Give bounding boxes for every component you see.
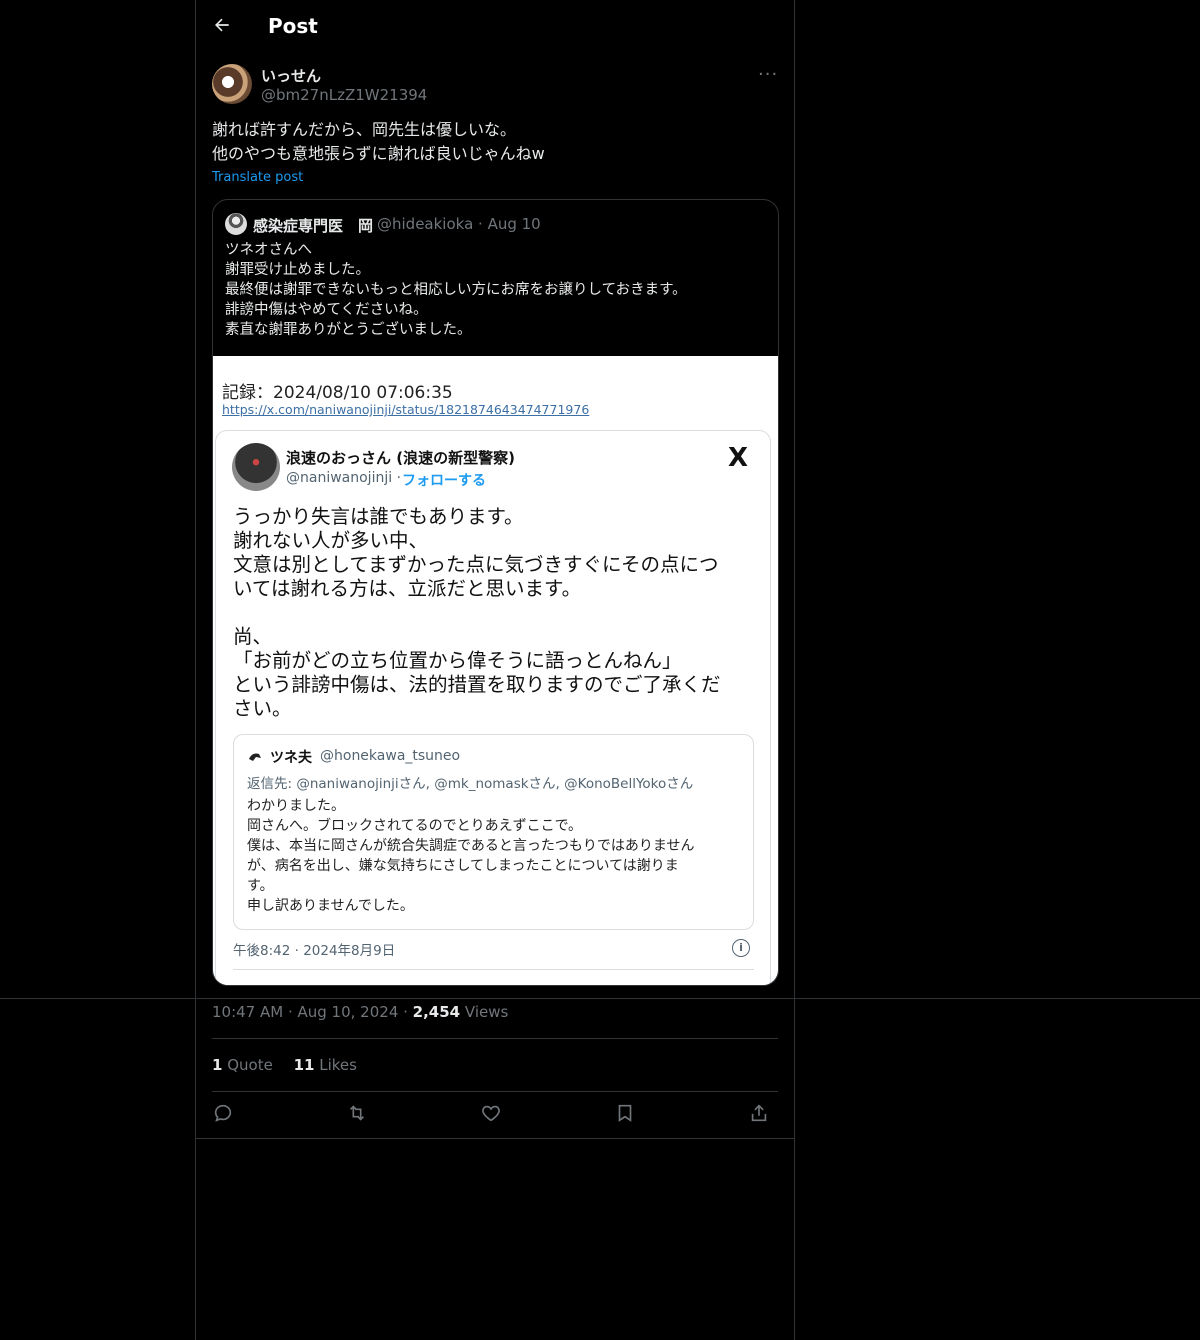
post-column: Post いっせん @bm27nLzZ1W21394 ··· 謝れば許すんだから… bbox=[195, 0, 795, 1340]
divider bbox=[196, 1138, 794, 1139]
reply-icon bbox=[214, 1104, 232, 1122]
back-button[interactable] bbox=[212, 15, 236, 39]
horizontal-rule bbox=[0, 998, 1200, 999]
quoted-text: ツネオさんへ 謝罪受け止めました。 最終便は謝罪できないもっと相応しい方にお席を… bbox=[225, 242, 687, 338]
author-handle[interactable]: @bm27nLzZ1W21394 bbox=[261, 86, 427, 104]
quotes-link[interactable]: 1 Quote bbox=[212, 1056, 273, 1074]
share-icon bbox=[751, 1104, 767, 1122]
more-options-button[interactable]: ··· bbox=[758, 64, 778, 85]
post-meta: 10:47 AM · Aug 10, 2024 · 2,454 Views bbox=[212, 1003, 508, 1021]
embedded-reply-card: ツネ夫 @honekawa_tsuneo 返信先: @naniwanojinji… bbox=[233, 734, 754, 930]
avatar[interactable] bbox=[212, 64, 252, 104]
reply-text: わかりました。 岡さんへ。ブロックされてるのでとりあえずここで。 僕は、本当に岡… bbox=[247, 798, 695, 914]
embedded-divider bbox=[233, 969, 754, 970]
quoted-post[interactable]: 感染症専門医 岡 @hideakioka · Aug 10 ツネオさんへ 謝罪受… bbox=[212, 199, 779, 986]
like-icon bbox=[482, 1105, 500, 1122]
reply-user-avatar-icon bbox=[249, 753, 261, 761]
post-text: 謝れば許すんだから、岡先生は優しいな。 他のやつも意地張らずに謝れば良いじゃんね… bbox=[212, 120, 545, 163]
quoted-author-handle: @hideakioka · Aug 10 bbox=[377, 215, 541, 233]
author-name[interactable]: いっせん bbox=[261, 65, 321, 86]
embedded-timestamp: 午後8:42 · 2024年8月9日 bbox=[233, 943, 396, 959]
repost-icon bbox=[349, 1105, 365, 1121]
quote-label: Quote bbox=[222, 1056, 273, 1074]
x-logo-icon: X bbox=[728, 443, 749, 473]
top-bar: Post bbox=[196, 0, 794, 54]
quoted-image[interactable]: 記録：2024/08/10 07:06:35 https://x.com/nan… bbox=[213, 356, 778, 985]
likes-link[interactable]: 11 Likes bbox=[294, 1056, 357, 1074]
bookmark-icon bbox=[618, 1104, 632, 1122]
quote-count: 1 bbox=[212, 1056, 223, 1074]
reply-to-line: 返信先: @naniwanojinjiさん, @mk_nomaskさん, @Ko… bbox=[247, 776, 694, 792]
embedded-author-name: 浪速のおっさん (浪速の新型警察) bbox=[286, 449, 515, 467]
like-button[interactable] bbox=[480, 1102, 506, 1128]
action-bar bbox=[212, 1102, 778, 1128]
page-title: Post bbox=[268, 14, 318, 38]
info-icon: i bbox=[732, 939, 750, 957]
embedded-text: うっかり失言は誰でもあります。 謝れない人が多い中、 文意は別としてまずかった点… bbox=[233, 505, 721, 720]
bookmark-button[interactable] bbox=[614, 1102, 640, 1128]
record-link: https://x.com/naniwanojinji/status/18218… bbox=[222, 402, 590, 417]
back-arrow-icon bbox=[215, 18, 229, 32]
embedded-post-screenshot: 浪速のおっさん (浪速の新型警察) @naniwanojinji · フォローす… bbox=[215, 430, 771, 985]
reply-author-name: ツネ夫 bbox=[270, 750, 312, 766]
quoted-avatar bbox=[225, 213, 247, 235]
quoted-author-name: 感染症専門医 岡 bbox=[253, 217, 374, 235]
engagement-stats: 1 Quote 11 Likes bbox=[212, 1056, 357, 1074]
views-label: Views bbox=[460, 1003, 509, 1021]
share-button[interactable] bbox=[748, 1102, 774, 1128]
views-count: 2,454 bbox=[412, 1003, 461, 1021]
embedded-follow-label: フォローする bbox=[402, 473, 486, 489]
translate-post-link[interactable]: Translate post bbox=[212, 170, 303, 185]
reply-author-handle: @honekawa_tsuneo bbox=[320, 748, 461, 764]
embedded-avatar bbox=[232, 443, 280, 491]
repost-button[interactable] bbox=[346, 1102, 372, 1128]
divider bbox=[212, 1038, 778, 1039]
reply-button[interactable] bbox=[212, 1102, 238, 1128]
likes-label: Likes bbox=[314, 1056, 357, 1074]
likes-count: 11 bbox=[293, 1056, 315, 1074]
embedded-author-handle: @naniwanojinji · bbox=[286, 470, 402, 486]
post-timestamp[interactable]: 10:47 AM · Aug 10, 2024 · bbox=[212, 1003, 413, 1021]
record-timestamp: 記録：2024/08/10 07:06:35 bbox=[222, 383, 453, 403]
divider bbox=[212, 1091, 778, 1092]
